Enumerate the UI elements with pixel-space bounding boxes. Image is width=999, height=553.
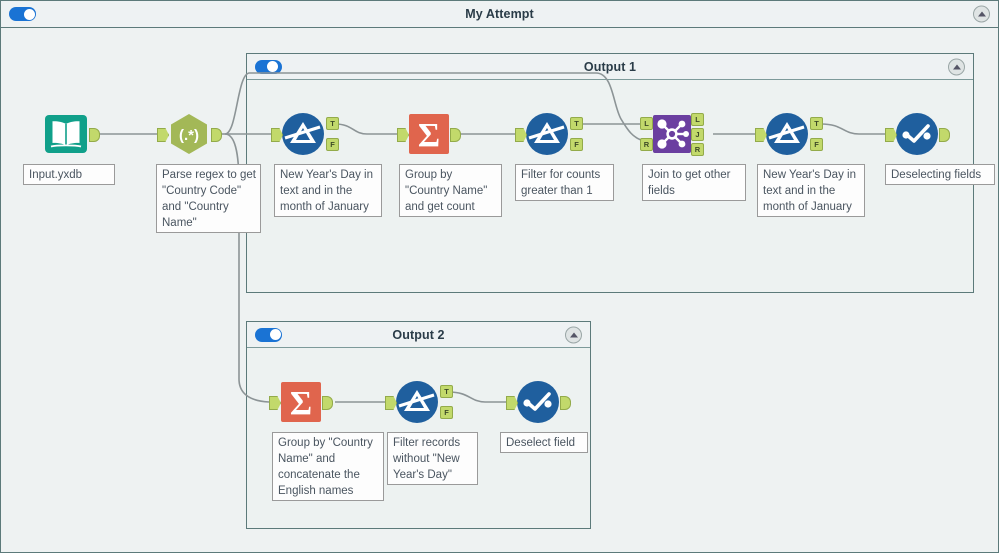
workflow-collapse-button[interactable] (973, 5, 990, 23)
output-anchor-true[interactable]: T (570, 117, 583, 130)
annotation-summarize-2: Group by "Country Name" and concatenate … (272, 432, 384, 501)
container-output-2-toggle[interactable] (255, 327, 282, 342)
join-network-icon (653, 115, 691, 153)
toggle-knob (23, 8, 35, 20)
tool-filter-2[interactable]: T F (515, 111, 583, 157)
select-check-icon (517, 381, 559, 423)
output-anchor-right[interactable]: R (691, 143, 704, 156)
annotation-filter-4: Filter records without "New Year's Day" (387, 432, 478, 485)
tool-summarize-1[interactable]: Σ (397, 111, 461, 157)
output-anchor-true[interactable]: T (440, 385, 453, 398)
tool-join[interactable]: L R L J R (640, 111, 704, 157)
input-anchor-left[interactable]: L (640, 117, 653, 130)
output-anchor[interactable] (211, 128, 222, 142)
svg-text:Σ: Σ (290, 385, 312, 422)
open-book-icon (45, 115, 87, 153)
output-anchor[interactable] (450, 128, 461, 142)
output-anchor[interactable] (89, 128, 100, 142)
output-anchor-false[interactable]: F (326, 138, 339, 151)
tool-input-data[interactable] (43, 111, 100, 157)
container-output-2-collapse-button[interactable] (565, 326, 582, 343)
output-anchor-true[interactable]: T (326, 117, 339, 130)
svg-text:(.*): (.*) (179, 127, 199, 144)
filter-funnel-icon (282, 113, 324, 155)
output-anchor[interactable] (939, 128, 950, 142)
output-anchor-left[interactable]: L (691, 113, 704, 126)
workflow-enable-toggle[interactable] (9, 7, 36, 21)
workflow-title: My Attempt (465, 7, 534, 21)
output-anchor-join[interactable]: J (691, 128, 704, 141)
annotation-summarize-1: Group by "Country Name" and get count (399, 164, 502, 217)
tool-filter-3[interactable]: T F (755, 111, 823, 157)
container-output-1-toggle[interactable] (255, 59, 282, 74)
container-output-2-header: Output 2 (247, 322, 590, 348)
annotation-select-2: Deselect field (500, 432, 588, 453)
tool-filter-4[interactable]: T F (385, 379, 453, 425)
output-anchor[interactable] (322, 396, 333, 410)
output-anchor[interactable] (560, 396, 571, 410)
alteryx-canvas: My Attempt Output 1 Output 2 Input.yxdb … (0, 0, 999, 553)
sigma-icon: Σ (281, 382, 321, 422)
output-anchor-false[interactable]: F (810, 138, 823, 151)
tool-summarize-2[interactable]: Σ (269, 379, 333, 425)
svg-text:Σ: Σ (418, 117, 440, 154)
annotation-select-1: Deselecting fields (885, 164, 995, 185)
output-anchor-false[interactable]: F (570, 138, 583, 151)
filter-funnel-icon (526, 113, 568, 155)
annotation-input-data: Input.yxdb (23, 164, 115, 185)
workflow-header: My Attempt (1, 1, 998, 28)
annotation-filter-1: New Year's Day in text and in the month … (274, 164, 382, 217)
output-anchor-false[interactable]: F (440, 406, 453, 419)
annotation-regex: Parse regex to get "Country Code" and "C… (156, 164, 261, 233)
toggle-knob (266, 61, 278, 72)
annotation-filter-3: New Year's Day in text and in the month … (757, 164, 865, 217)
tool-select-1[interactable] (885, 111, 950, 157)
tool-filter-1[interactable]: T F (271, 111, 339, 157)
container-output-1-title: Output 1 (583, 59, 637, 74)
toggle-knob (269, 329, 281, 340)
regex-hexagon-icon: (.*) (171, 114, 207, 154)
sigma-icon: Σ (409, 114, 449, 154)
container-output-1-header: Output 1 (247, 54, 973, 80)
select-check-icon (896, 113, 938, 155)
container-output-1-collapse-button[interactable] (948, 58, 965, 75)
container-output-2-title: Output 2 (392, 327, 445, 342)
annotation-filter-2: Filter for counts greater than 1 (515, 164, 614, 201)
tool-select-2[interactable] (506, 379, 571, 425)
filter-funnel-icon (396, 381, 438, 423)
input-anchor-right[interactable]: R (640, 138, 653, 151)
annotation-join: Join to get other fields (642, 164, 746, 201)
output-anchor-true[interactable]: T (810, 117, 823, 130)
filter-funnel-icon (766, 113, 808, 155)
tool-regex[interactable]: (.*) (157, 111, 222, 157)
